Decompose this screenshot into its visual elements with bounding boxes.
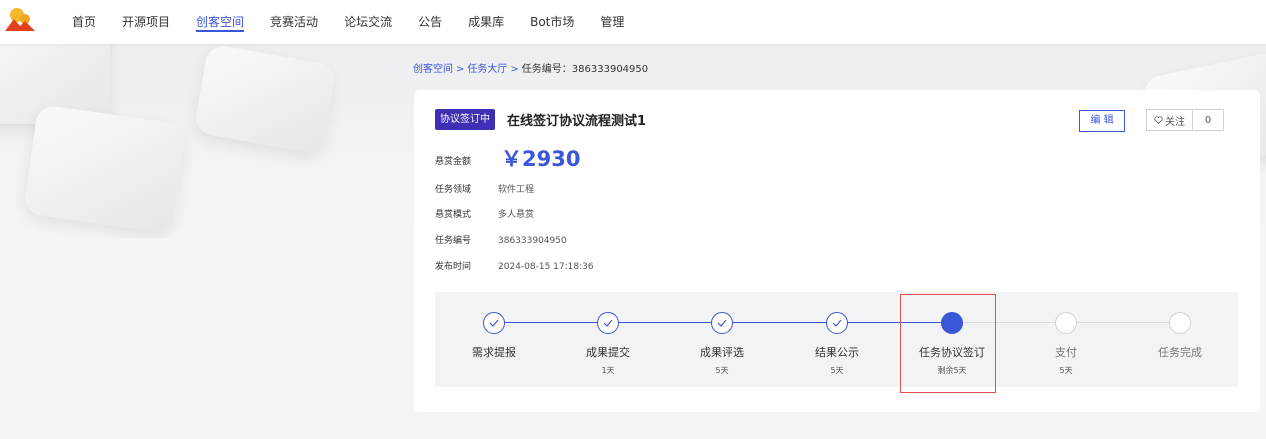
nav-item-maker-space[interactable]: 创客空间 — [196, 0, 245, 44]
progress-steps: 需求提报 成果提交 1天 成果评选 5天 结果公示 5天 任务协议签订 剩余5天… — [435, 292, 1238, 387]
breadcrumb-maker-space[interactable]: 创客空间 — [413, 64, 453, 75]
check-icon — [597, 312, 619, 334]
banner-keycap — [193, 44, 337, 155]
follow-button[interactable]: 关注 — [1147, 110, 1193, 130]
site-logo[interactable] — [4, 6, 36, 32]
info-value: 软件工程 — [498, 185, 535, 195]
step-3: 成果评选 5天 — [665, 312, 779, 376]
banner-keycap — [23, 104, 187, 234]
follow-widget: 关注 0 — [1146, 109, 1224, 131]
nav-item-achievements[interactable]: 成果库 — [468, 0, 504, 44]
check-icon — [483, 312, 505, 334]
info-row-mode: 悬赏模式 多人悬赏 — [435, 207, 534, 220]
breadcrumb-separator: > — [510, 64, 519, 75]
step-label: 成果提交 — [586, 346, 630, 359]
check-icon — [711, 312, 733, 334]
breadcrumb-task-hall[interactable]: 任务大厅 — [467, 64, 507, 75]
nav-item-bot-market[interactable]: Bot市场 — [530, 0, 574, 44]
step-7: 任务完成 — [1123, 312, 1237, 365]
step-sub: 5天 — [715, 366, 729, 375]
reward-amount: ￥2930 — [501, 147, 581, 171]
nav-item-competitions[interactable]: 竞赛活动 — [270, 0, 318, 44]
heart-icon — [1154, 116, 1163, 124]
reward-row: 悬赏金额 — [435, 154, 498, 167]
nav-item-home[interactable]: 首页 — [72, 0, 96, 44]
pending-step-circle-icon — [1169, 312, 1191, 334]
step-label: 结果公示 — [815, 346, 859, 359]
check-icon — [826, 312, 848, 334]
step-4: 结果公示 5天 — [780, 312, 894, 376]
breadcrumb-separator: > — [456, 64, 465, 75]
info-value: 多人悬赏 — [498, 210, 535, 220]
info-label: 任务编号 — [435, 236, 472, 246]
current-step-highlight — [900, 294, 996, 393]
step-label: 任务完成 — [1158, 346, 1202, 359]
breadcrumb: 创客空间 > 任务大厅 > 任务编号：386333904950 — [413, 60, 648, 75]
breadcrumb-current: 任务编号：386333904950 — [521, 64, 649, 75]
nav-item-admin[interactable]: 管理 — [600, 0, 624, 44]
info-label: 发布时间 — [435, 262, 472, 272]
info-row-publish-time: 发布时间 2024-08-15 17:18:36 — [435, 259, 594, 272]
step-label: 需求提报 — [472, 346, 516, 359]
step-sub: 1天 — [601, 366, 615, 375]
info-row-task-id: 任务编号 386333904950 — [435, 233, 567, 246]
info-value: 386333904950 — [498, 236, 567, 246]
reward-label: 悬赏金额 — [435, 157, 472, 167]
info-row-domain: 任务领域 软件工程 — [435, 182, 534, 195]
main-nav: 首页 开源项目 创客空间 竞赛活动 论坛交流 公告 成果库 Bot市场 管理 — [72, 0, 650, 44]
top-navbar: 首页 开源项目 创客空间 竞赛活动 论坛交流 公告 成果库 Bot市场 管理 — [0, 0, 1266, 44]
step-label: 支付 — [1055, 346, 1077, 359]
follow-label: 关注 — [1165, 116, 1185, 128]
step-label: 成果评选 — [700, 346, 744, 359]
task-title: 在线签订协议流程测试1 — [507, 114, 647, 129]
info-label: 悬赏模式 — [435, 210, 472, 220]
info-value: 2024-08-15 17:18:36 — [498, 262, 594, 272]
info-label: 任务领域 — [435, 185, 472, 195]
step-sub: 5天 — [830, 366, 844, 375]
step-sub: 5天 — [1059, 366, 1073, 375]
pending-step-circle-icon — [1055, 312, 1077, 334]
step-6: 支付 5天 — [1009, 312, 1123, 376]
status-badge: 协议签订中 — [435, 109, 495, 130]
nav-item-open-source[interactable]: 开源项目 — [122, 0, 170, 44]
step-1: 需求提报 — [437, 312, 551, 365]
nav-item-announcements[interactable]: 公告 — [418, 0, 442, 44]
task-detail-card: 协议签订中 在线签订协议流程测试1 编 辑 关注 0 悬赏金额 ￥2930 任务… — [414, 90, 1260, 412]
edit-button[interactable]: 编 辑 — [1079, 110, 1125, 132]
step-2: 成果提交 1天 — [551, 312, 665, 376]
nav-item-forum[interactable]: 论坛交流 — [344, 0, 392, 44]
follow-count: 0 — [1204, 114, 1212, 126]
